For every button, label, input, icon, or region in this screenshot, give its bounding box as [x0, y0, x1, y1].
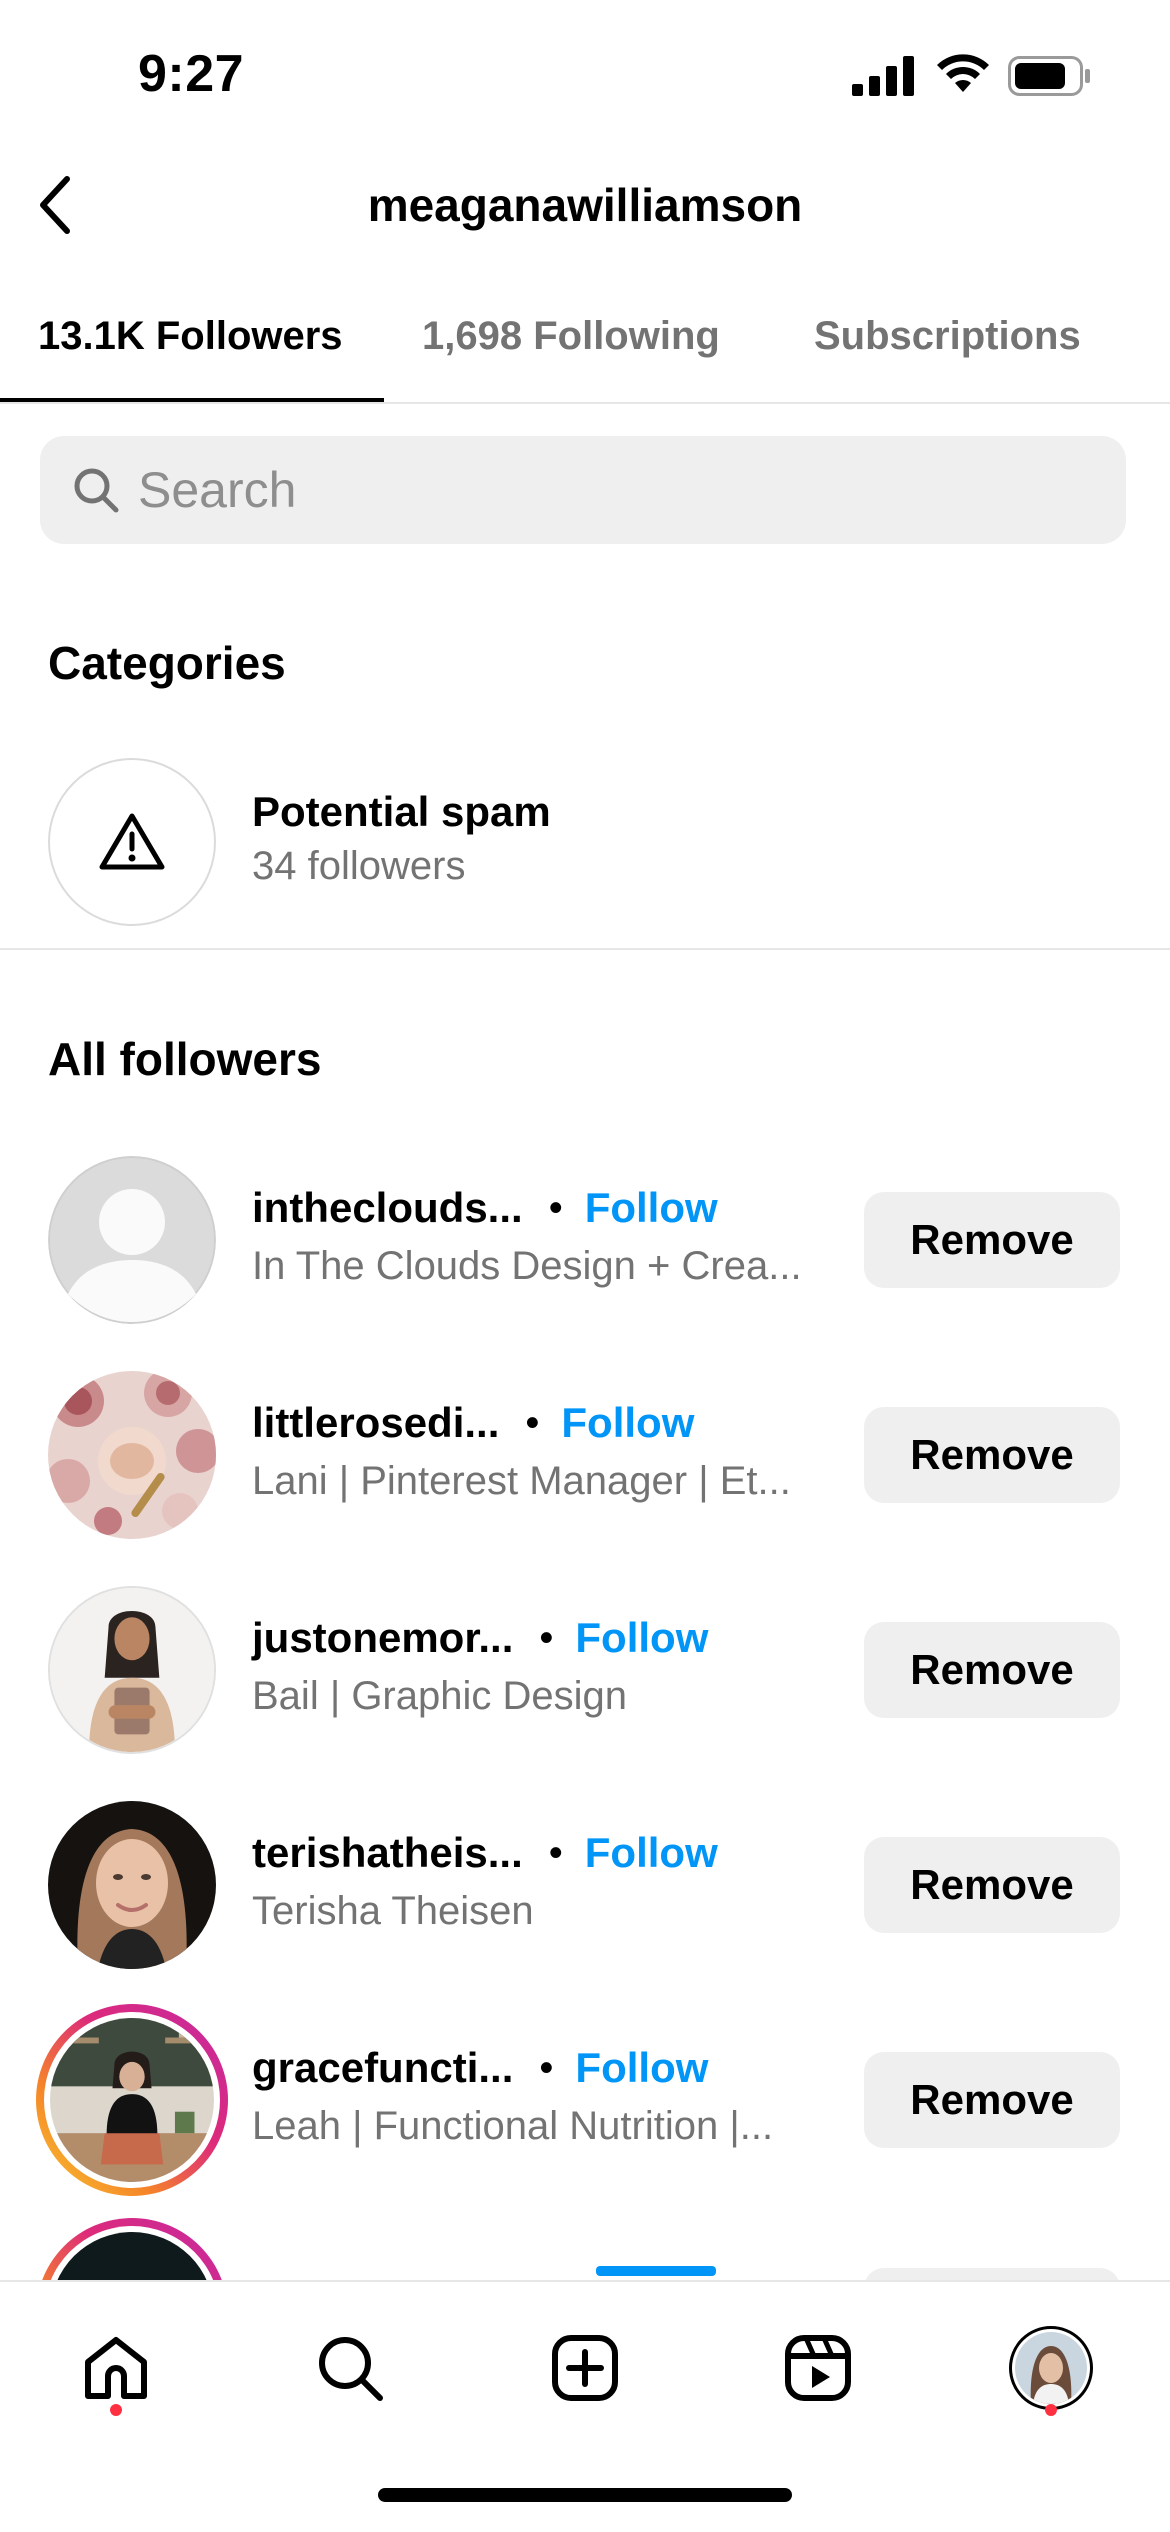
- header: meaganawilliamson: [0, 160, 1170, 250]
- follow-button[interactable]: Follow: [561, 1399, 694, 1447]
- spam-icon-circle: [48, 758, 216, 926]
- full-name: Leah | Functional Nutrition |...: [252, 2104, 774, 2148]
- nav-create[interactable]: [537, 2320, 633, 2416]
- username[interactable]: terishatheis...: [252, 1829, 523, 1877]
- avatar[interactable]: [48, 1371, 216, 1539]
- follower-row[interactable]: gracefuncti... • Follow Leah | Functiona…: [0, 2004, 1170, 2196]
- categories-heading: Categories: [48, 637, 286, 689]
- username[interactable]: justonemor...: [252, 1614, 513, 1662]
- cellular-signal-icon: [852, 56, 914, 96]
- full-name: Terisha Theisen: [252, 1889, 534, 1933]
- remove-button[interactable]: Remove: [864, 1837, 1120, 1933]
- warning-icon: [99, 813, 165, 870]
- home-indicator: [378, 2488, 792, 2502]
- follower-row[interactable]: littlerosedi... • Follow Lani | Pinteres…: [0, 1365, 1170, 1545]
- separator-dot: •: [548, 1185, 563, 1230]
- tab-following[interactable]: 1,698 Following: [422, 314, 720, 359]
- username[interactable]: gracefuncti...: [252, 2044, 513, 2092]
- create-icon: [552, 2335, 618, 2401]
- followers-screen: 9:27 meaganawilliamson 13.1K Followers 1…: [0, 0, 1170, 2532]
- separator-dot: •: [525, 1400, 540, 1445]
- remove-button[interactable]: Remove: [864, 1407, 1120, 1503]
- kitchen-photo-avatar: [50, 2018, 214, 2182]
- category-title: Potential spam: [252, 788, 551, 835]
- follower-row[interactable]: justonemor... • Follow Bail | Graphic De…: [0, 1580, 1170, 1760]
- portrait-photo-avatar: [48, 1801, 216, 1969]
- profile-photo: [1015, 2332, 1087, 2404]
- nav-search[interactable]: [302, 2320, 398, 2416]
- wifi-icon: [937, 54, 989, 92]
- full-name: Lani | Pinterest Manager | Et...: [252, 1459, 791, 1503]
- profile-notification-dot: [1045, 2404, 1057, 2416]
- search-bar: [40, 436, 1126, 544]
- status-bar: 9:27: [0, 0, 1170, 150]
- full-name: Bail | Graphic Design: [252, 1674, 627, 1718]
- active-tab-indicator: [0, 398, 384, 402]
- username[interactable]: intheclouds...: [252, 1184, 523, 1232]
- follow-button-partial: [596, 2266, 716, 2276]
- home-icon: [85, 2337, 147, 2399]
- follower-row[interactable]: terishatheis... • Follow Terisha Theisen…: [0, 1795, 1170, 1975]
- avatar-with-story-ring[interactable]: [36, 2004, 228, 2196]
- separator-dot: •: [539, 2045, 554, 2090]
- full-name: In The Clouds Design + Crea...: [252, 1244, 802, 1288]
- tab-followers[interactable]: 13.1K Followers: [38, 314, 343, 359]
- category-potential-spam[interactable]: Potential spam 34 followers: [0, 752, 1170, 932]
- follower-row[interactable]: intheclouds... • Follow In The Clouds De…: [0, 1150, 1170, 1330]
- search-icon: [74, 468, 119, 513]
- default-avatar-icon: [48, 1156, 216, 1324]
- nav-reels[interactable]: [770, 2320, 866, 2416]
- remove-button[interactable]: Remove: [864, 2052, 1120, 2148]
- avatar[interactable]: [48, 1156, 216, 1324]
- tab-bar: 13.1K Followers 1,698 Following Subscrip…: [0, 296, 1170, 404]
- follow-button[interactable]: Follow: [575, 1614, 708, 1662]
- username[interactable]: littlerosedi...: [252, 1399, 499, 1447]
- page-title: meaganawilliamson: [367, 179, 803, 231]
- search-icon: [319, 2337, 383, 2401]
- profile-avatar: [1009, 2326, 1093, 2410]
- category-count: 34 followers: [252, 844, 466, 888]
- battery-icon: [1008, 56, 1090, 96]
- tab-subscriptions[interactable]: Subscriptions: [814, 314, 1081, 359]
- section-divider: [0, 948, 1170, 950]
- avatar[interactable]: [48, 1801, 216, 1969]
- separator-dot: •: [539, 1615, 554, 1660]
- separator-dot: •: [548, 1830, 563, 1875]
- woman-photo-avatar: [50, 1588, 214, 1752]
- reels-icon: [785, 2335, 851, 2401]
- search-input[interactable]: [138, 436, 1038, 544]
- nav-home[interactable]: [68, 2320, 164, 2416]
- follow-button[interactable]: Follow: [575, 2044, 708, 2092]
- follow-button[interactable]: Follow: [585, 1184, 718, 1232]
- nav-profile[interactable]: [1003, 2320, 1099, 2416]
- status-time: 9:27: [138, 45, 245, 103]
- all-followers-heading: All followers: [48, 1033, 322, 1085]
- flowers-photo-avatar: [48, 1371, 216, 1539]
- home-notification-dot: [110, 2404, 122, 2416]
- follow-button[interactable]: Follow: [585, 1829, 718, 1877]
- remove-button[interactable]: Remove: [864, 1622, 1120, 1718]
- remove-button[interactable]: Remove: [864, 1192, 1120, 1288]
- avatar[interactable]: [48, 1586, 216, 1754]
